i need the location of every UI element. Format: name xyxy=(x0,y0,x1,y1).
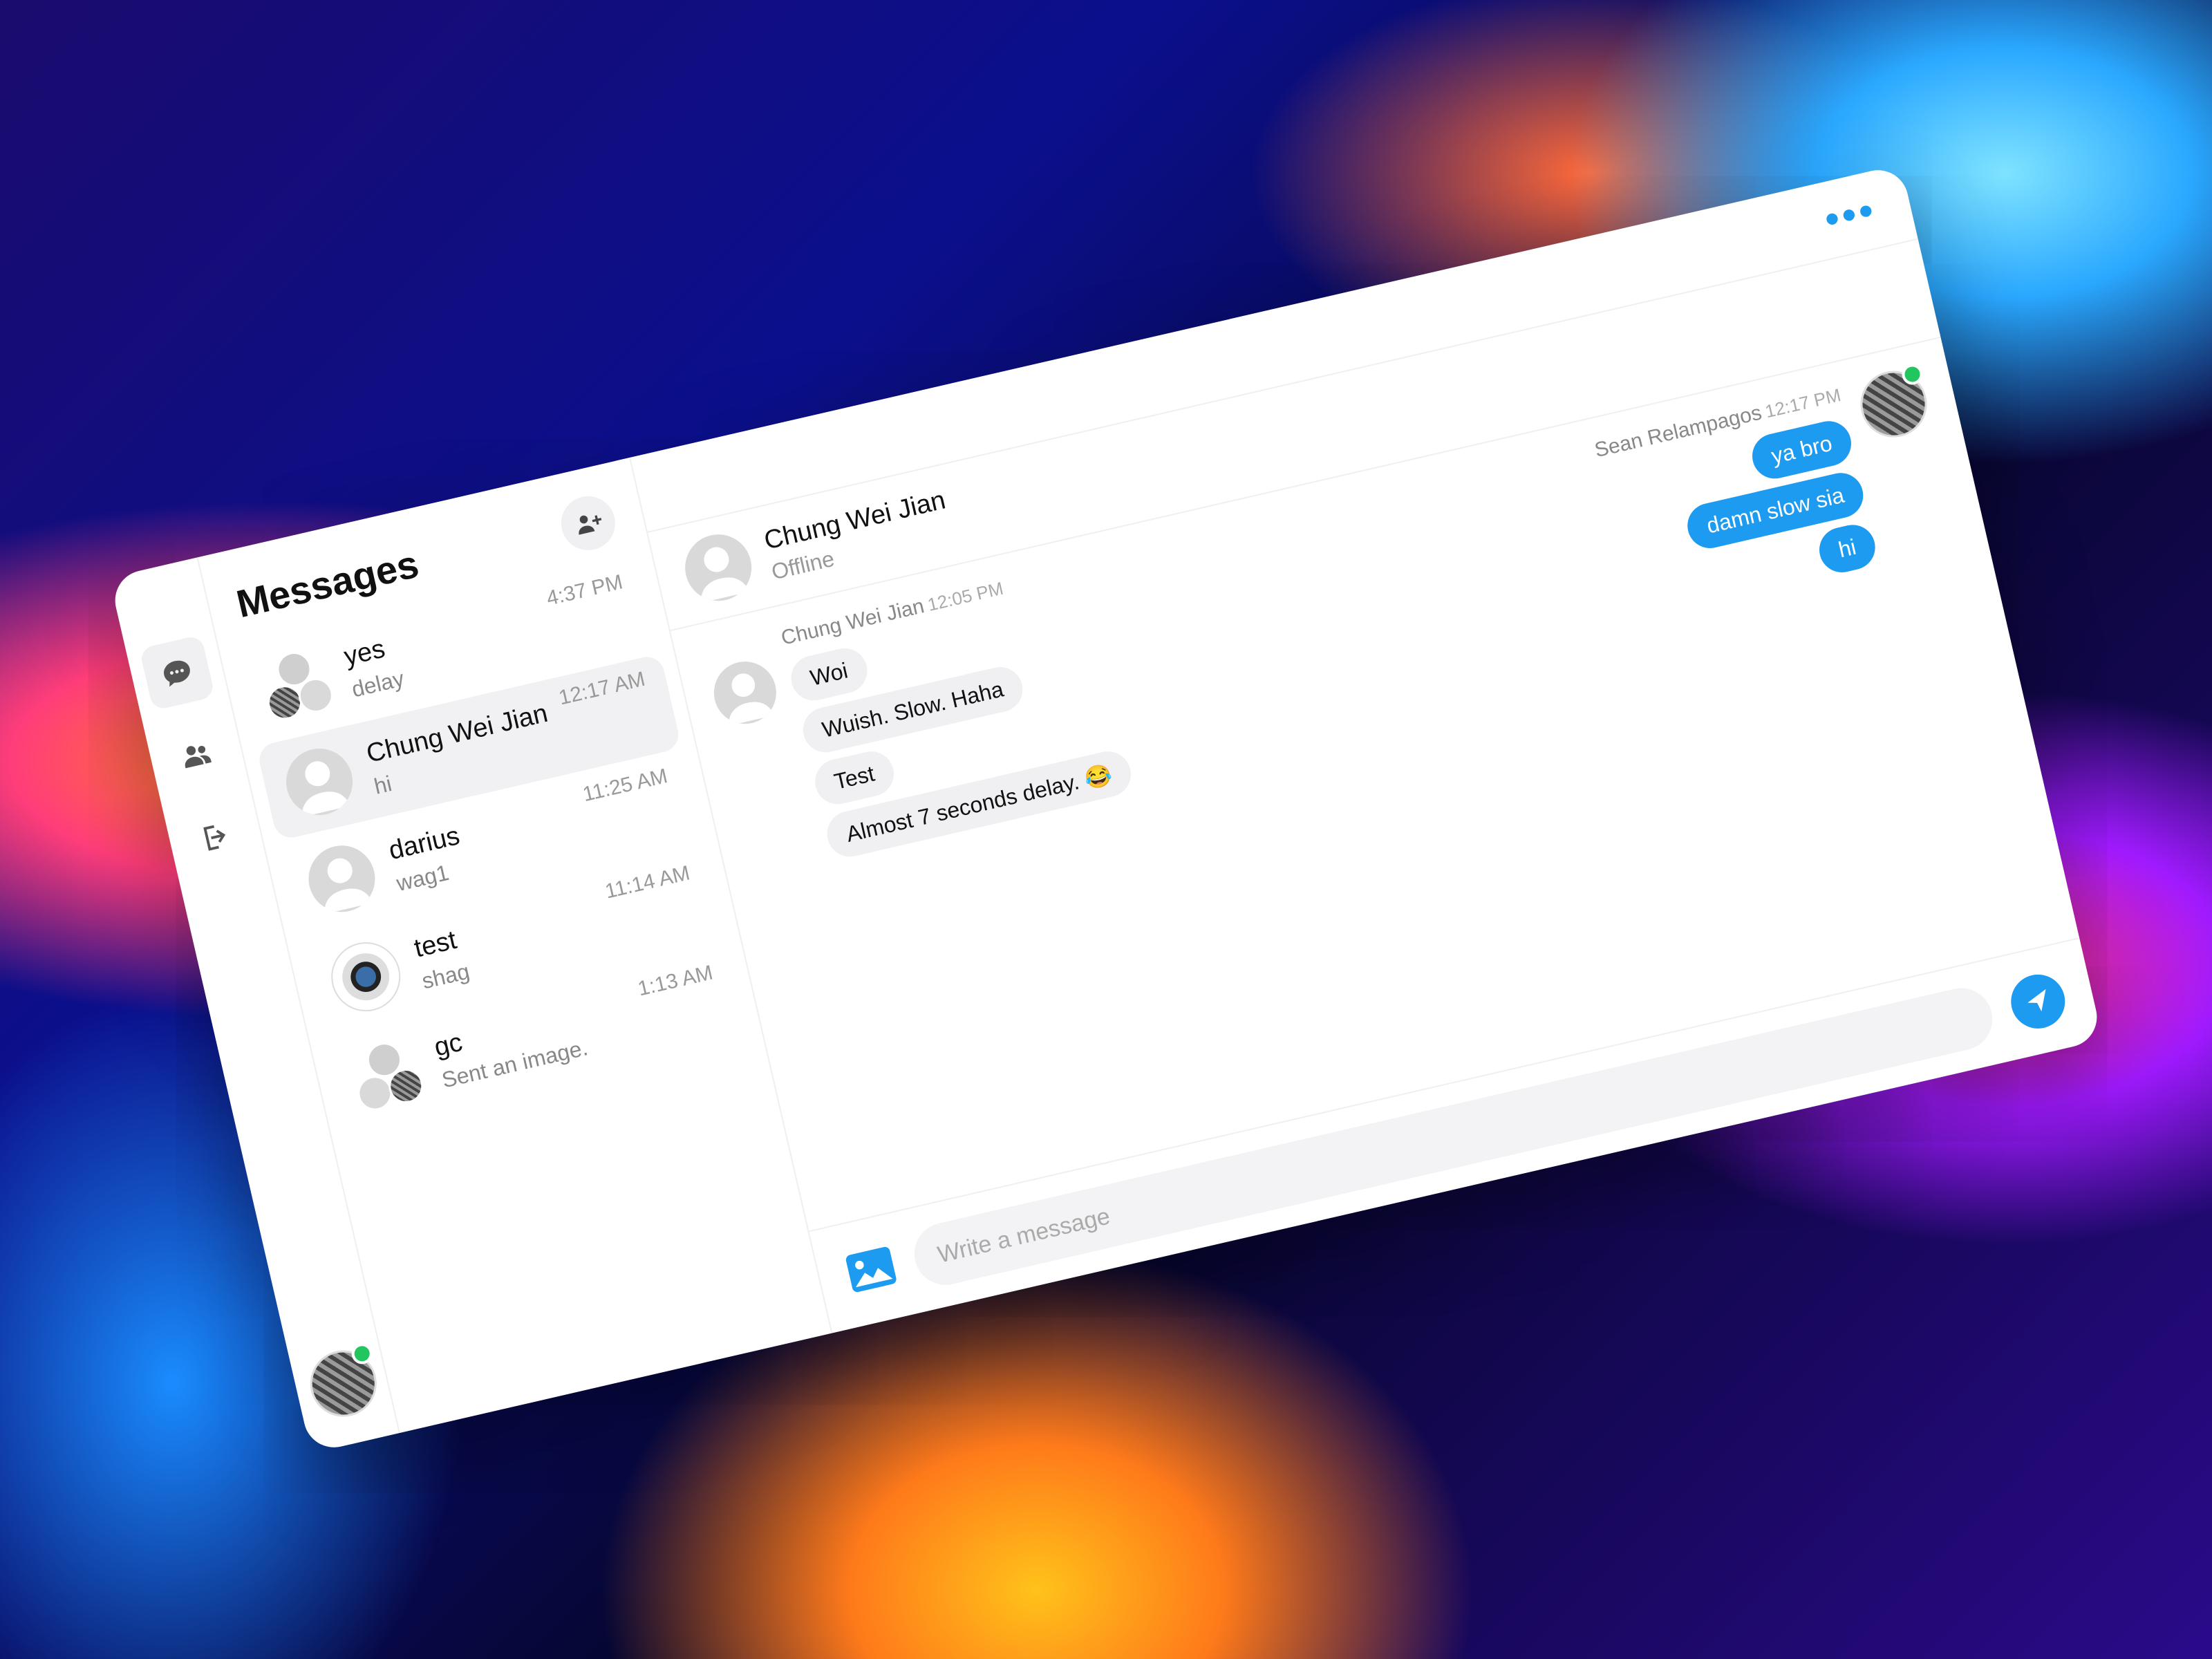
message-bubble: Test xyxy=(810,747,899,809)
chat-bubble-icon xyxy=(164,660,190,687)
online-indicator xyxy=(349,1341,375,1367)
logout-nav-button[interactable] xyxy=(177,799,253,875)
attach-image-button[interactable] xyxy=(843,1244,900,1298)
sender-avatar xyxy=(707,655,782,731)
people-icon xyxy=(185,745,212,769)
online-indicator xyxy=(1900,362,1925,387)
chat-app-window: Messages yes delay 4:37 PM Chung Wei Jia… xyxy=(109,164,2103,1454)
current-user-avatar[interactable] xyxy=(303,1341,384,1424)
send-icon xyxy=(2027,988,2046,1012)
message-bubble: hi xyxy=(1815,520,1880,577)
group-avatar xyxy=(257,645,337,724)
more-options-icon[interactable]: ••• xyxy=(1820,186,1881,243)
message-time: 12:17 PM xyxy=(1763,384,1843,422)
message-time: 12:05 PM xyxy=(925,577,1006,616)
add-user-icon xyxy=(579,515,602,535)
chat-panel: ••• Chung Wei Jian Offline Chung Wei Jia… xyxy=(630,164,2103,1333)
add-contact-button[interactable] xyxy=(556,491,621,556)
logout-icon xyxy=(203,825,226,851)
send-button[interactable] xyxy=(2005,969,2071,1034)
my-avatar xyxy=(1853,362,1934,444)
contact-avatar[interactable] xyxy=(678,527,758,608)
avatar xyxy=(324,935,408,1019)
avatar xyxy=(301,838,382,919)
image-icon xyxy=(845,1246,897,1292)
group-avatar xyxy=(348,1035,427,1115)
message-bubble: Woi xyxy=(787,644,872,705)
avatar xyxy=(279,742,359,822)
chats-nav-button[interactable] xyxy=(139,635,216,711)
contacts-nav-button[interactable] xyxy=(158,717,234,793)
sender-name: Chung Wei Jian xyxy=(778,594,927,650)
